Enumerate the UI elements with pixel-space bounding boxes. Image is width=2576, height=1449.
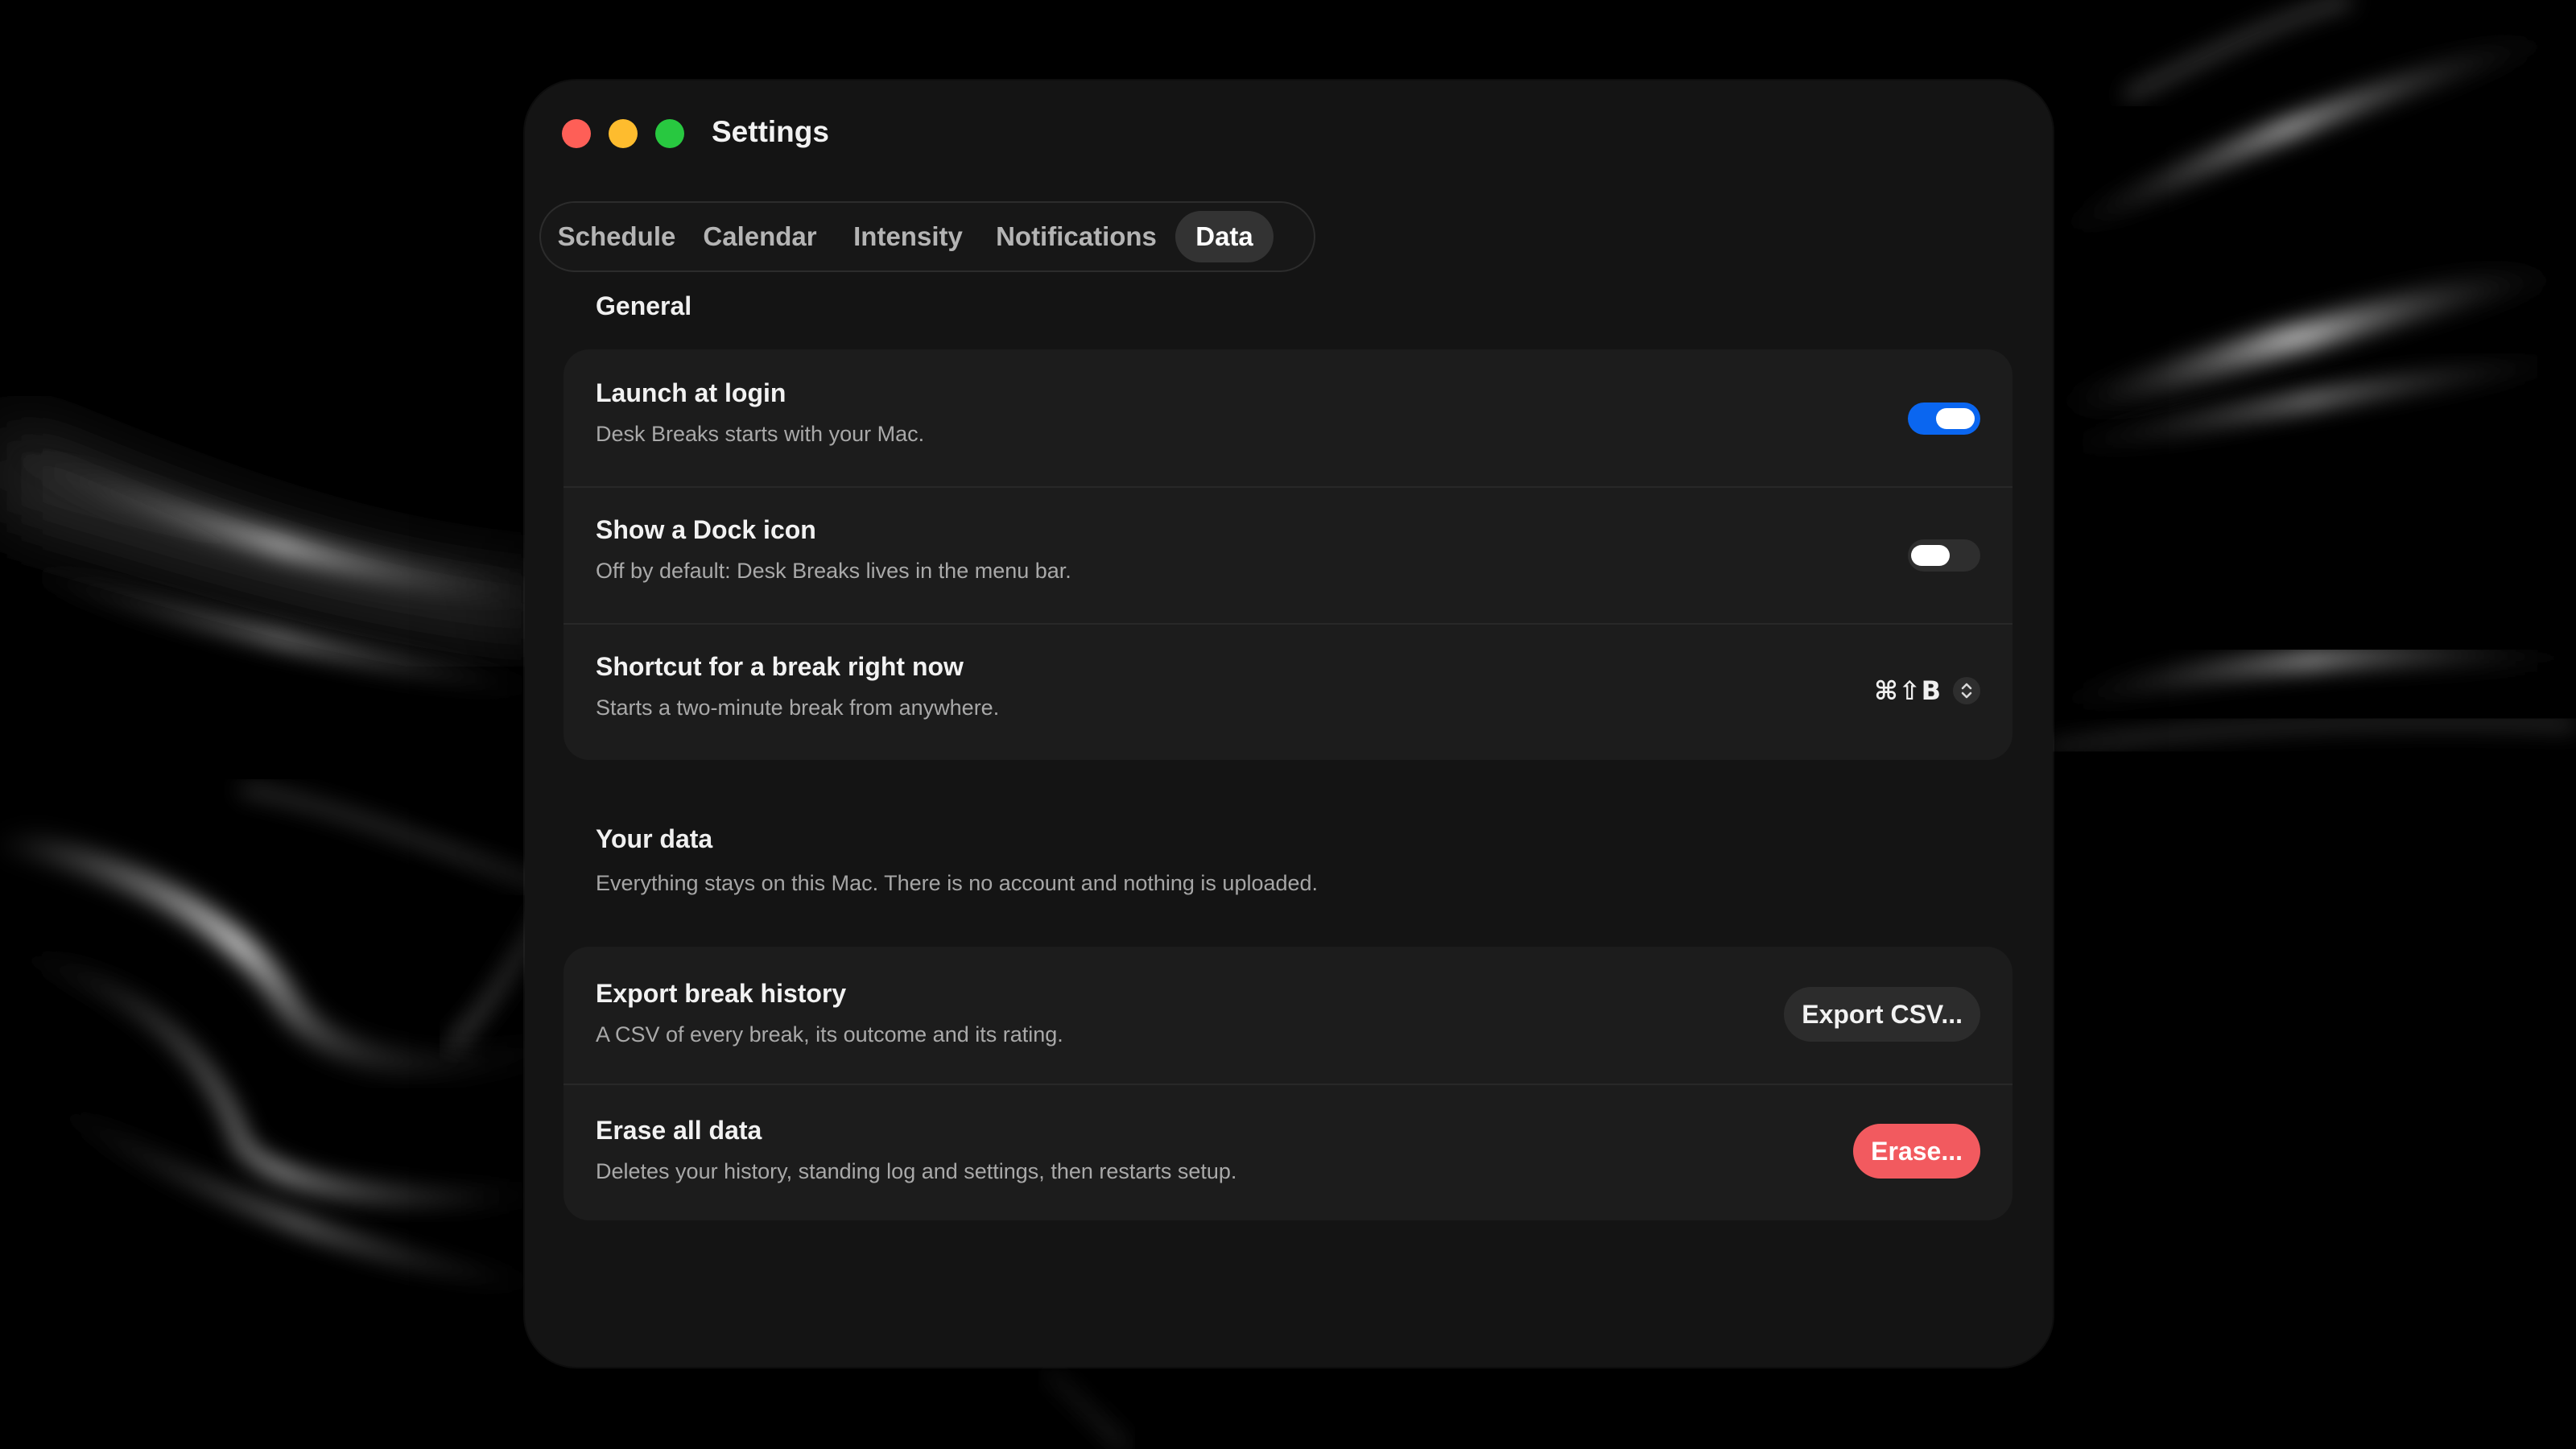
tab-notifications[interactable]: Notifications: [982, 211, 1170, 262]
break-shortcut-row: Shortcut for a break right now Starts a …: [564, 623, 2013, 760]
close-window-button[interactable]: [562, 119, 591, 148]
show-dock-icon-row: Show a Dock icon Off by default: Desk Br…: [564, 486, 2013, 623]
export-history-row: Export break history A CSV of every brea…: [564, 947, 2013, 1084]
row-title: Shortcut for a break right now: [596, 652, 964, 681]
your-data-section-description: Everything stays on this Mac. There is n…: [596, 871, 1319, 895]
export-csv-button[interactable]: Export CSV...: [1784, 987, 1980, 1042]
row-title: Export break history: [596, 979, 847, 1008]
your-data-section-title: Your data: [596, 824, 713, 853]
tab-data[interactable]: Data: [1175, 211, 1274, 262]
screen: Settings Schedule Calendar Intensity Not…: [0, 0, 2576, 1449]
row-title: Launch at login: [596, 378, 786, 407]
settings-window: Settings Schedule Calendar Intensity Not…: [525, 80, 2053, 1367]
window-title: Settings: [712, 115, 829, 148]
shortcut-keys: ⌘⇧B: [1874, 675, 1942, 706]
tab-intensity[interactable]: Intensity: [839, 211, 977, 262]
launch-at-login-toggle[interactable]: [1908, 402, 1980, 435]
tab-schedule[interactable]: Schedule: [552, 211, 681, 262]
general-section-title: General: [596, 291, 692, 320]
zoom-window-button[interactable]: [655, 119, 684, 148]
settings-tab-bar: Schedule Calendar Intensity Notification…: [539, 201, 1315, 272]
minimize-window-button[interactable]: [609, 119, 638, 148]
erase-data-row: Erase all data Deletes your history, sta…: [564, 1084, 2013, 1220]
row-description: Desk Breaks starts with your Mac.: [596, 422, 925, 446]
show-dock-icon-toggle[interactable]: [1908, 539, 1980, 572]
toggle-knob: [1936, 408, 1975, 429]
row-description: Starts a two-minute break from anywhere.: [596, 696, 1000, 720]
launch-at-login-row: Launch at login Desk Breaks starts with …: [564, 349, 2013, 486]
break-shortcut-picker[interactable]: ⌘⇧B: [1874, 671, 1980, 710]
your-data-card: Export break history A CSV of every brea…: [564, 947, 2013, 1220]
row-description: Deletes your history, standing log and s…: [596, 1159, 1237, 1183]
erase-data-button[interactable]: Erase...: [1853, 1124, 1980, 1179]
traffic-lights: [562, 119, 684, 148]
row-description: A CSV of every break, its outcome and it…: [596, 1022, 1063, 1046]
row-description: Off by default: Desk Breaks lives in the…: [596, 559, 1071, 583]
chevron-up-down-icon[interactable]: [1953, 677, 1980, 704]
tab-calendar[interactable]: Calendar: [686, 211, 834, 262]
row-title: Show a Dock icon: [596, 515, 816, 544]
general-settings-card: Launch at login Desk Breaks starts with …: [564, 349, 2013, 760]
toggle-knob: [1911, 545, 1950, 566]
row-title: Erase all data: [596, 1116, 762, 1145]
